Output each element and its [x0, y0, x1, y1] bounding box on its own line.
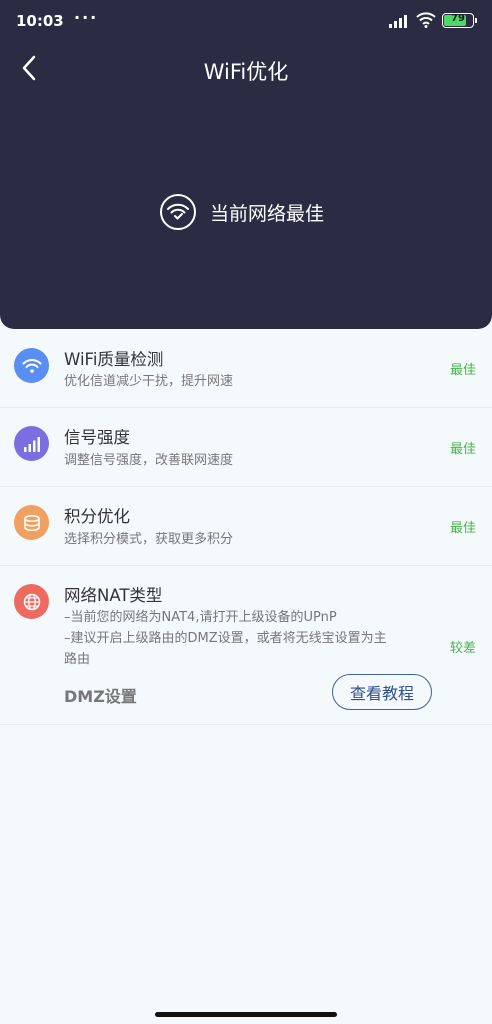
view-tutorial-button[interactable]: 查看教程 [332, 674, 432, 710]
cellular-signal-icon [389, 15, 407, 28]
list-item-title: WiFi质量检测 [64, 350, 164, 369]
coins-icon [14, 505, 49, 540]
nat-desc-line-3: 路由 [64, 652, 91, 667]
status-badge: 较差 [449, 641, 476, 656]
clock: 10:03 [16, 12, 64, 30]
wifi-check-icon [160, 194, 196, 230]
list-item-title: 积分优化 [64, 507, 130, 526]
list-item-desc: 选择积分模式，获取更多积分 [64, 532, 234, 547]
dmz-settings-link[interactable]: DMZ设置 [64, 683, 137, 707]
home-indicator[interactable] [155, 1012, 337, 1017]
list-item-points-optimization[interactable]: 积分优化 选择积分模式，获取更多积分 最佳 [0, 487, 492, 566]
battery-icon: 79 [442, 13, 474, 28]
list-item-title: 网络NAT类型 [64, 586, 163, 605]
list-item-nat-type[interactable]: 网络NAT类型 –当前您的网络为NAT4,请打开上级设备的UPnP –建议开启上… [0, 566, 492, 725]
battery-percentage: 79 [451, 13, 465, 24]
list-item-desc: 优化信道减少干扰，提升网速 [64, 374, 234, 389]
more-dots-icon: ··· [74, 8, 99, 27]
nat-desc-line-1: –当前您的网络为NAT4,请打开上级设备的UPnP [64, 610, 337, 625]
list-item-title: 信号强度 [64, 428, 130, 447]
list-item-wifi-quality[interactable]: WiFi质量检测 优化信道减少干扰，提升网速 最佳 [0, 329, 492, 408]
nat-desc-line-2: –建议开启上级路由的DMZ设置，或者将无线宝设置为主 [64, 631, 387, 646]
wifi-status-icon [416, 12, 436, 28]
wifi-icon [14, 348, 49, 383]
status-badge: 最佳 [449, 521, 476, 536]
list-item-desc: 调整信号强度，改善联网速度 [64, 453, 234, 468]
header-panel: 10:03 ··· 79 WiFi优化 当前网络最佳 [0, 0, 492, 329]
network-status-text: 当前网络最佳 [210, 202, 325, 225]
status-bar: 10:03 ··· 79 [0, 0, 492, 44]
status-badge: 最佳 [449, 363, 476, 378]
page-title: WiFi优化 [203, 60, 289, 84]
list-item-signal-strength[interactable]: 信号强度 调整信号强度，改善联网速度 最佳 [0, 408, 492, 487]
signal-bars-icon [14, 426, 49, 461]
battery-tip [475, 18, 477, 23]
globe-icon [14, 584, 49, 619]
status-badge: 最佳 [449, 442, 476, 457]
network-status: 当前网络最佳 [160, 193, 324, 231]
